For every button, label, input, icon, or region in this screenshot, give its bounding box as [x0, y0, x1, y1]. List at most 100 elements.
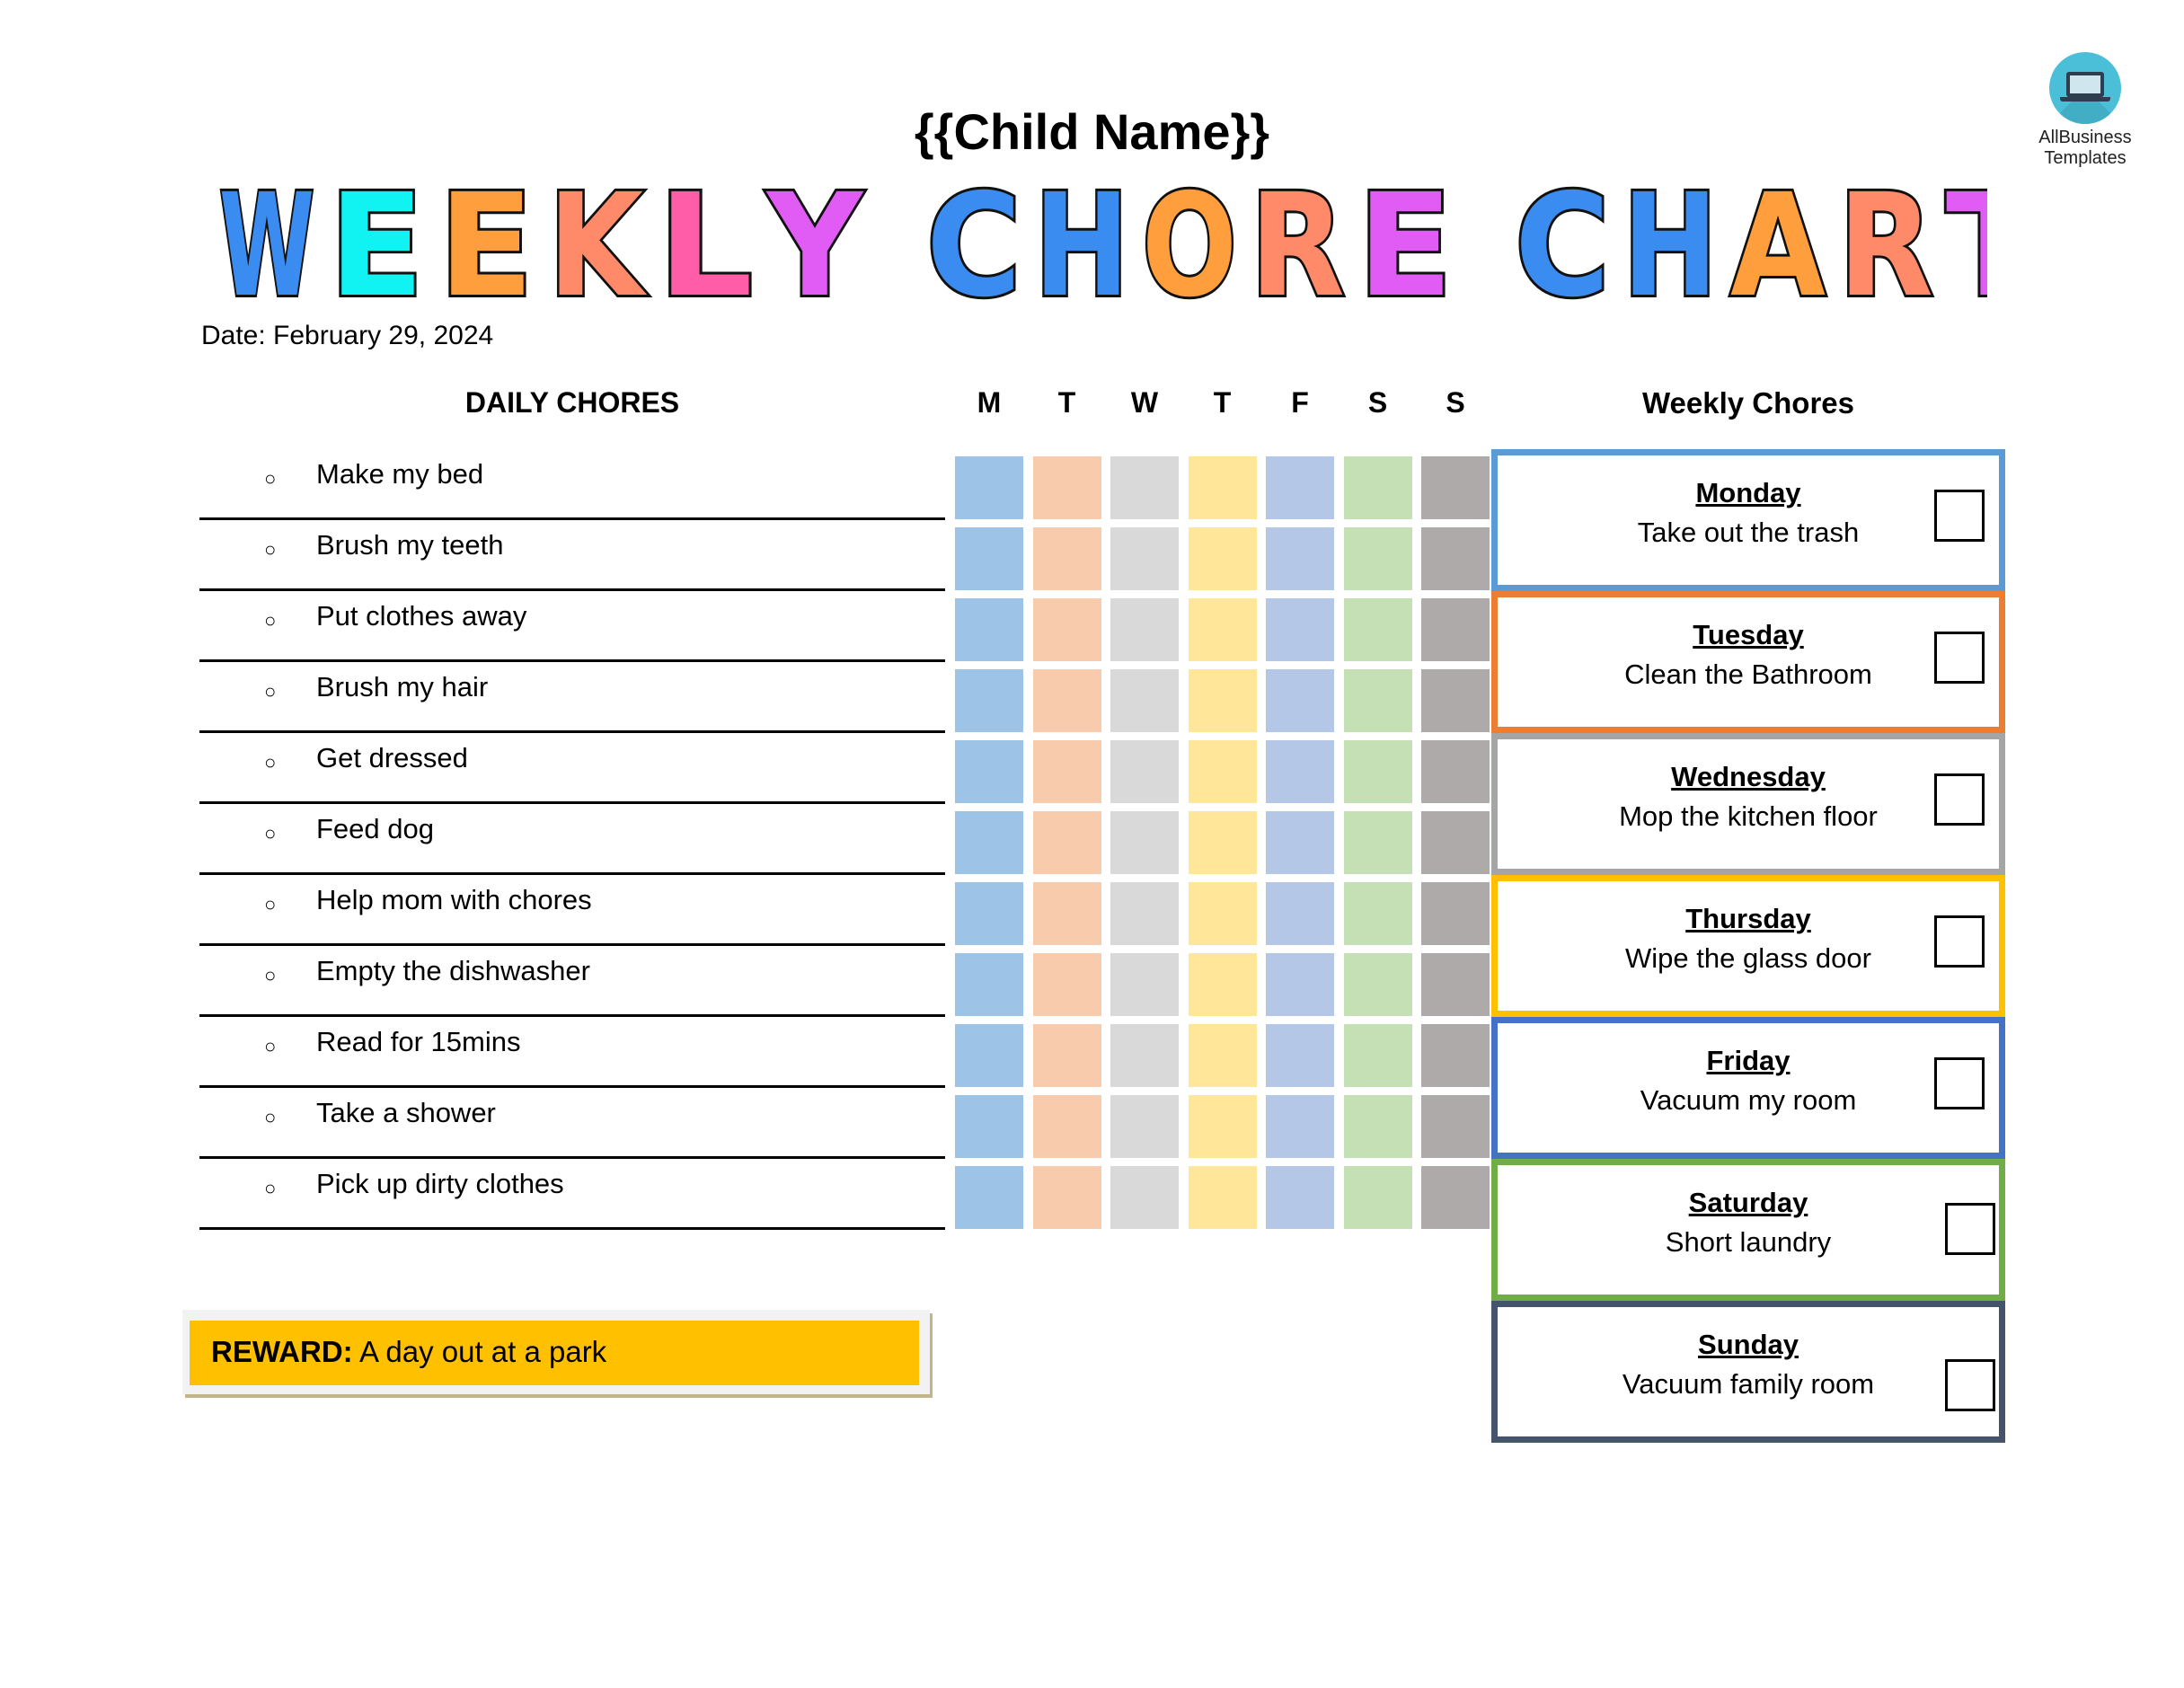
chore-day-cell[interactable] [1421, 953, 1490, 1016]
chore-row: ○ Brush my hair [199, 662, 945, 733]
chore-day-cell[interactable] [955, 598, 1023, 661]
chore-day-cell[interactable] [1032, 1024, 1101, 1087]
chore-day-cell[interactable] [1110, 456, 1179, 519]
chore-day-cell[interactable] [1266, 598, 1334, 661]
weekly-chore-thursday: Thursday Wipe the glass door [1491, 875, 2005, 1017]
chore-day-cell[interactable] [1266, 669, 1334, 732]
chore-day-cell[interactable] [1110, 527, 1179, 590]
chore-day-cell[interactable] [1421, 456, 1490, 519]
checkbox[interactable] [1945, 1359, 1995, 1411]
chore-day-cell[interactable] [1032, 456, 1101, 519]
chore-day-cell[interactable] [955, 740, 1023, 803]
chore-day-cell[interactable] [1421, 1095, 1490, 1158]
chore-day-cell[interactable] [1343, 1024, 1412, 1087]
reward-text[interactable]: REWARD: A day out at a park [211, 1335, 606, 1369]
chore-label: Help mom with chores [316, 884, 592, 915]
chore-day-cell[interactable] [1421, 1166, 1490, 1229]
chore-day-cell[interactable] [1032, 1166, 1101, 1229]
chore-day-cell[interactable] [1343, 740, 1412, 803]
bullet-icon: ○ [264, 609, 277, 632]
chore-day-cell[interactable] [1343, 1095, 1412, 1158]
chore-day-cell[interactable] [1188, 669, 1257, 732]
chore-day-cell[interactable] [1110, 1166, 1179, 1229]
chore-day-cell[interactable] [1421, 527, 1490, 590]
chore-day-cell[interactable] [955, 882, 1023, 945]
chore-day-cell[interactable] [1266, 740, 1334, 803]
checkbox[interactable] [1945, 1203, 1995, 1255]
day-header: T [1213, 386, 1232, 419]
weekly-chore-task: Short laundry [1665, 1226, 1832, 1258]
chore-day-cell[interactable] [1266, 1095, 1334, 1158]
chore-day-cell[interactable] [955, 527, 1023, 590]
chore-day-cell[interactable] [1343, 598, 1412, 661]
chore-day-cell[interactable] [1110, 953, 1179, 1016]
chore-day-cell[interactable] [1188, 598, 1257, 661]
chore-day-cell[interactable] [1421, 669, 1490, 732]
chore-day-cell[interactable] [1188, 882, 1257, 945]
chore-day-cell[interactable] [1032, 811, 1101, 874]
chore-day-cell[interactable] [1266, 882, 1334, 945]
chore-day-cell[interactable] [1032, 527, 1101, 590]
chore-day-cell[interactable] [1032, 882, 1101, 945]
reward-label: REWARD: [211, 1335, 353, 1368]
weekly-chore-day: Wednesday [1671, 761, 1826, 792]
checkbox[interactable] [1934, 490, 1985, 542]
chore-day-cell[interactable] [1266, 953, 1334, 1016]
chore-day-cell[interactable] [1266, 1166, 1334, 1229]
chore-day-cell[interactable] [1343, 811, 1412, 874]
chore-day-cell[interactable] [1266, 527, 1334, 590]
chore-label: Feed dog [316, 813, 434, 844]
chore-day-cell[interactable] [1266, 811, 1334, 874]
chore-day-cell[interactable] [1188, 740, 1257, 803]
checkbox[interactable] [1934, 1057, 1985, 1109]
chore-day-cell[interactable] [1032, 669, 1101, 732]
chore-day-cell[interactable] [1110, 882, 1179, 945]
bullet-icon: ○ [264, 1106, 277, 1128]
weekly-chore-task: Mop the kitchen floor [1619, 800, 1878, 832]
chore-row: ○ Help mom with chores [199, 875, 945, 946]
chore-day-cell[interactable] [1343, 882, 1412, 945]
chore-day-cell[interactable] [1110, 811, 1179, 874]
chore-day-cell[interactable] [1188, 456, 1257, 519]
chore-day-cell[interactable] [955, 669, 1023, 732]
chore-day-cell[interactable] [1188, 1024, 1257, 1087]
chore-day-cell[interactable] [1421, 811, 1490, 874]
chore-day-cell[interactable] [1032, 1095, 1101, 1158]
weekly-chore-day: Sunday [1698, 1329, 1799, 1360]
chore-day-cell[interactable] [1110, 598, 1179, 661]
chore-day-cell[interactable] [1266, 456, 1334, 519]
weekly-chore-tuesday: Tuesday Clean the Bathroom [1491, 591, 2005, 733]
chore-day-cell[interactable] [1343, 456, 1412, 519]
chore-day-cell[interactable] [1032, 598, 1101, 661]
chore-day-cell[interactable] [1343, 953, 1412, 1016]
chore-day-cell[interactable] [1421, 1024, 1490, 1087]
chore-day-cell[interactable] [1032, 740, 1101, 803]
chore-day-cell[interactable] [1188, 1166, 1257, 1229]
chore-day-cell[interactable] [1188, 527, 1257, 590]
chore-day-cell[interactable] [955, 1024, 1023, 1087]
chore-day-cell[interactable] [955, 456, 1023, 519]
checkbox[interactable] [1934, 632, 1985, 684]
chore-day-cell[interactable] [1188, 811, 1257, 874]
chore-day-cell[interactable] [1110, 740, 1179, 803]
chore-day-cell[interactable] [1421, 882, 1490, 945]
chore-day-cell[interactable] [955, 953, 1023, 1016]
checkbox[interactable] [1934, 773, 1985, 826]
chore-day-cell[interactable] [1110, 1024, 1179, 1087]
chore-day-cell[interactable] [955, 1166, 1023, 1229]
chore-day-cell[interactable] [1421, 598, 1490, 661]
chore-day-cell[interactable] [1110, 669, 1179, 732]
chore-day-cell[interactable] [1032, 953, 1101, 1016]
chore-day-cell[interactable] [1421, 740, 1490, 803]
chore-day-cell[interactable] [1343, 1166, 1412, 1229]
chore-day-cell[interactable] [1188, 953, 1257, 1016]
chore-day-cell[interactable] [1266, 1024, 1334, 1087]
chore-day-cell[interactable] [955, 811, 1023, 874]
chore-day-cell[interactable] [1110, 1095, 1179, 1158]
chore-day-cell[interactable] [1343, 527, 1412, 590]
checkbox[interactable] [1934, 915, 1985, 968]
chore-day-cell[interactable] [1188, 1095, 1257, 1158]
child-name: {{Child Name}} [914, 103, 1270, 160]
chore-day-cell[interactable] [1343, 669, 1412, 732]
chore-day-cell[interactable] [955, 1095, 1023, 1158]
